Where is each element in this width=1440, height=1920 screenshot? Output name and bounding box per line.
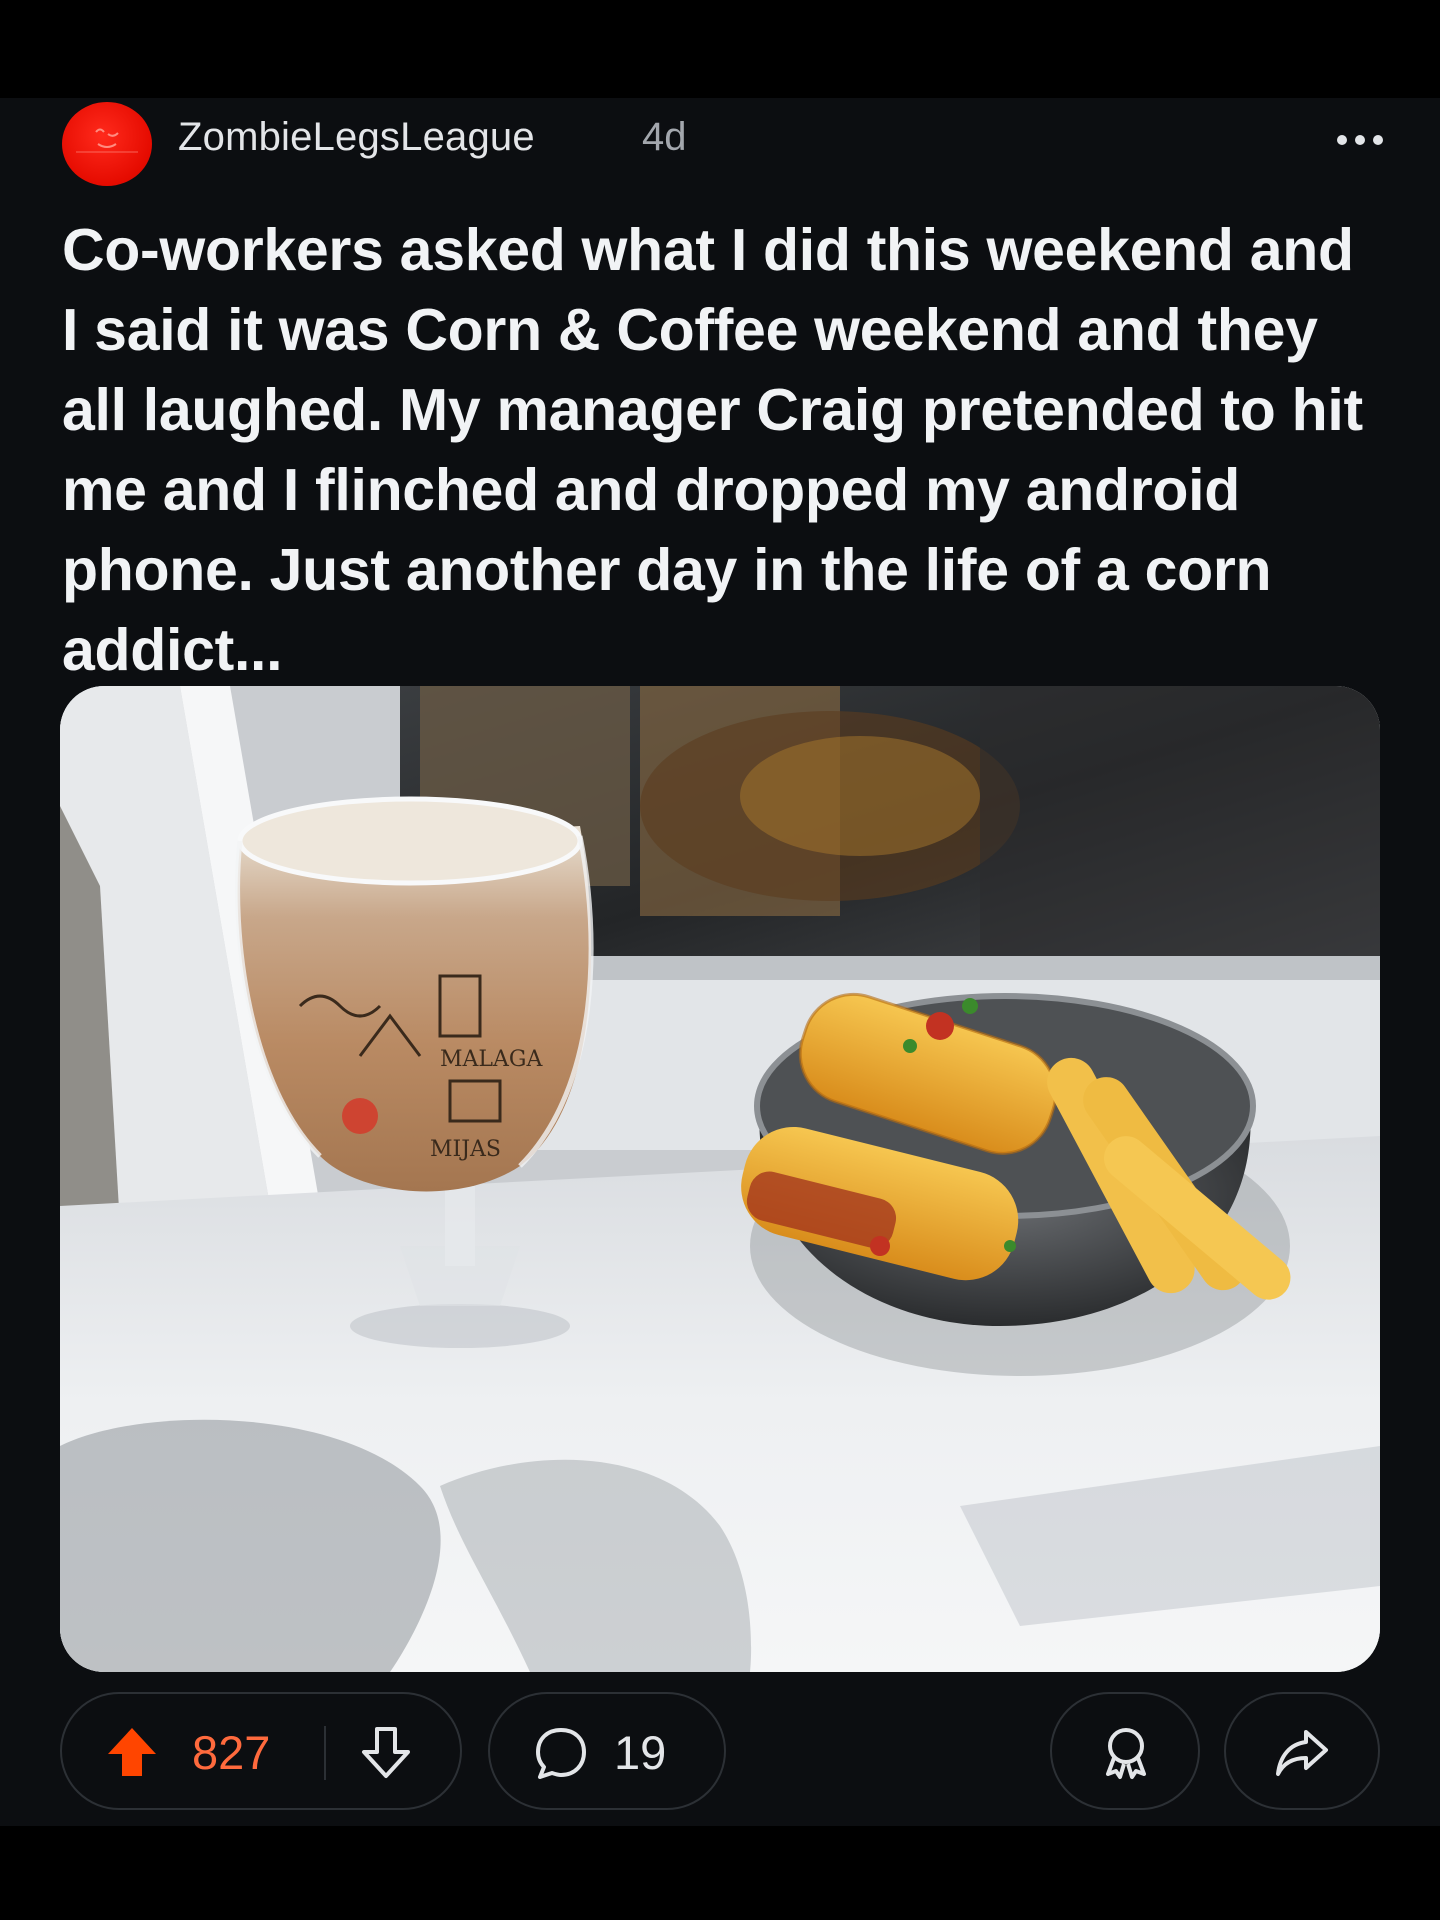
vote-divider — [324, 1726, 326, 1780]
avatar-logo-icon — [76, 128, 138, 153]
corn-and-coffee-photo: MALAGA MIJAS — [60, 686, 1380, 1672]
post-header: ZombieLegsLeague 4d — [60, 98, 1390, 188]
vote-control: 827 — [60, 1692, 462, 1810]
author-username[interactable]: ZombieLegsLeague — [178, 112, 535, 162]
post-title[interactable]: Co-workers asked what I did this weekend… — [62, 210, 1382, 690]
award-button[interactable] — [1050, 1692, 1200, 1810]
glass-text-mijas: MIJAS — [430, 1137, 501, 1162]
share-arrow-icon — [1272, 1722, 1332, 1782]
comment-count: 19 — [614, 1726, 667, 1779]
glass-text-malaga: MALAGA — [440, 1047, 543, 1072]
post-action-bar: 827 19 — [60, 1692, 1380, 1812]
post-image[interactable]: MALAGA MIJAS — [60, 686, 1380, 1672]
upvote-arrow-icon[interactable] — [104, 1724, 160, 1780]
author-avatar[interactable] — [62, 102, 152, 186]
vote-score: 827 — [192, 1726, 271, 1779]
downvote-arrow-icon[interactable] — [358, 1724, 414, 1780]
post-card: ZombieLegsLeague 4d Co-workers asked wha… — [0, 98, 1440, 1826]
post-age: 4d — [642, 115, 687, 159]
more-horizontal-icon[interactable] — [1330, 120, 1390, 160]
comment-button[interactable]: 19 — [488, 1692, 726, 1810]
award-icon — [1096, 1722, 1156, 1782]
share-button[interactable] — [1224, 1692, 1380, 1810]
comment-bubble-icon — [532, 1724, 590, 1782]
